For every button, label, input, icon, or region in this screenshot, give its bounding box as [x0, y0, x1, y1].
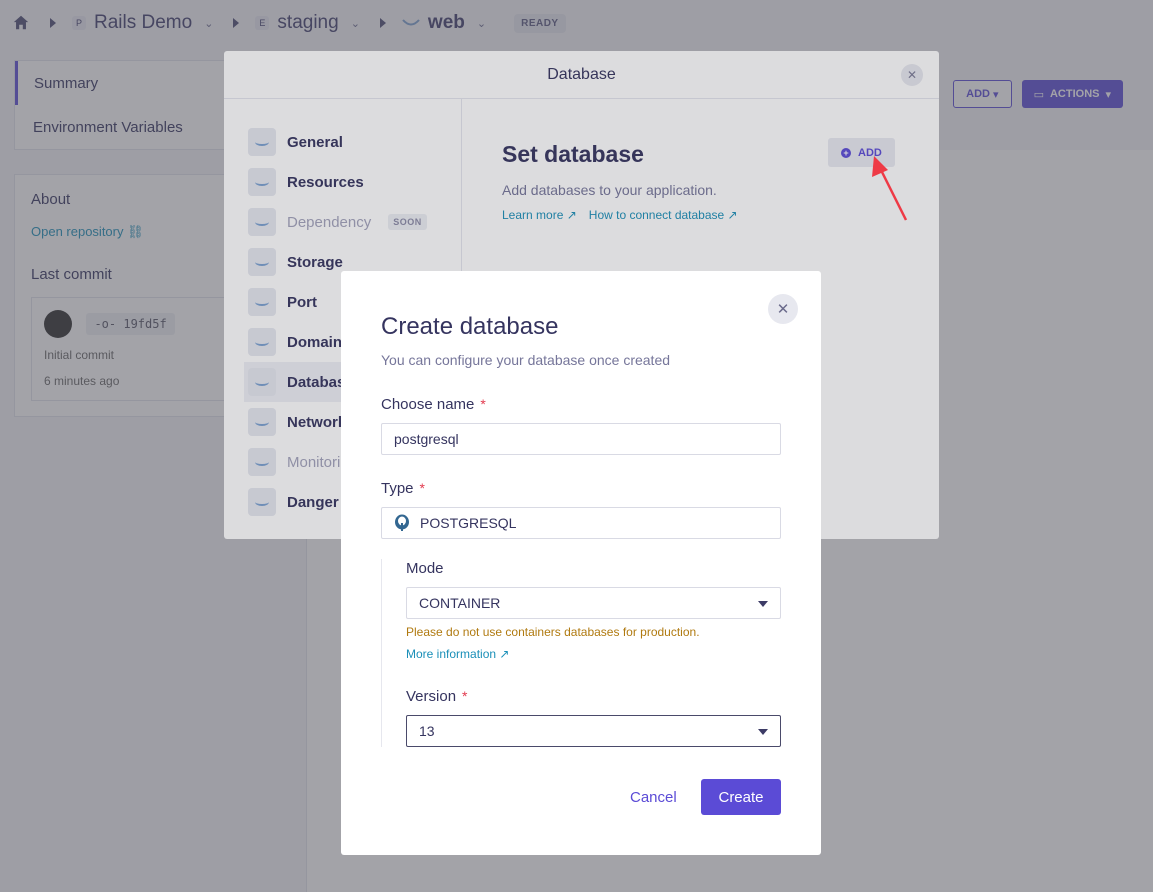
name-label-text: Choose name	[381, 396, 475, 413]
type-select-value: POSTGRESQL	[420, 515, 517, 531]
mode-label: Mode	[406, 560, 444, 577]
external-link-icon: ↗	[499, 647, 510, 661]
container-warning: Please do not use containers databases f…	[406, 625, 700, 639]
mode-select-value: CONTAINER	[419, 595, 501, 611]
version-label: Version *	[406, 688, 468, 705]
name-label: Choose name *	[381, 396, 486, 413]
create-button[interactable]: Create	[701, 779, 781, 815]
name-input-value: postgresql	[394, 431, 459, 447]
more-information-label: More information	[406, 647, 497, 661]
cancel-button[interactable]: Cancel	[620, 779, 687, 815]
postgresql-icon	[395, 514, 409, 531]
chevron-down-icon	[758, 729, 768, 735]
required-mark: *	[419, 480, 425, 496]
modal-title: Create database	[381, 313, 559, 340]
version-select-value: 13	[419, 723, 435, 739]
mode-select[interactable]: CONTAINER	[406, 587, 781, 619]
indent-divider	[381, 559, 382, 747]
close-icon[interactable]: ✕	[768, 294, 798, 324]
required-mark: *	[462, 688, 468, 704]
modal-subtitle: You can configure your database once cre…	[381, 352, 671, 368]
version-select[interactable]: 13	[406, 715, 781, 747]
more-information-link[interactable]: More information ↗	[406, 647, 509, 661]
create-database-modal: ✕ Create database You can configure your…	[341, 271, 821, 855]
name-input[interactable]: postgresql	[381, 423, 781, 455]
type-select[interactable]: POSTGRESQL	[381, 507, 781, 539]
type-label: Type *	[381, 480, 425, 497]
type-label-text: Type	[381, 480, 414, 497]
required-mark: *	[480, 396, 486, 412]
chevron-down-icon	[758, 601, 768, 607]
version-label-text: Version	[406, 688, 457, 705]
